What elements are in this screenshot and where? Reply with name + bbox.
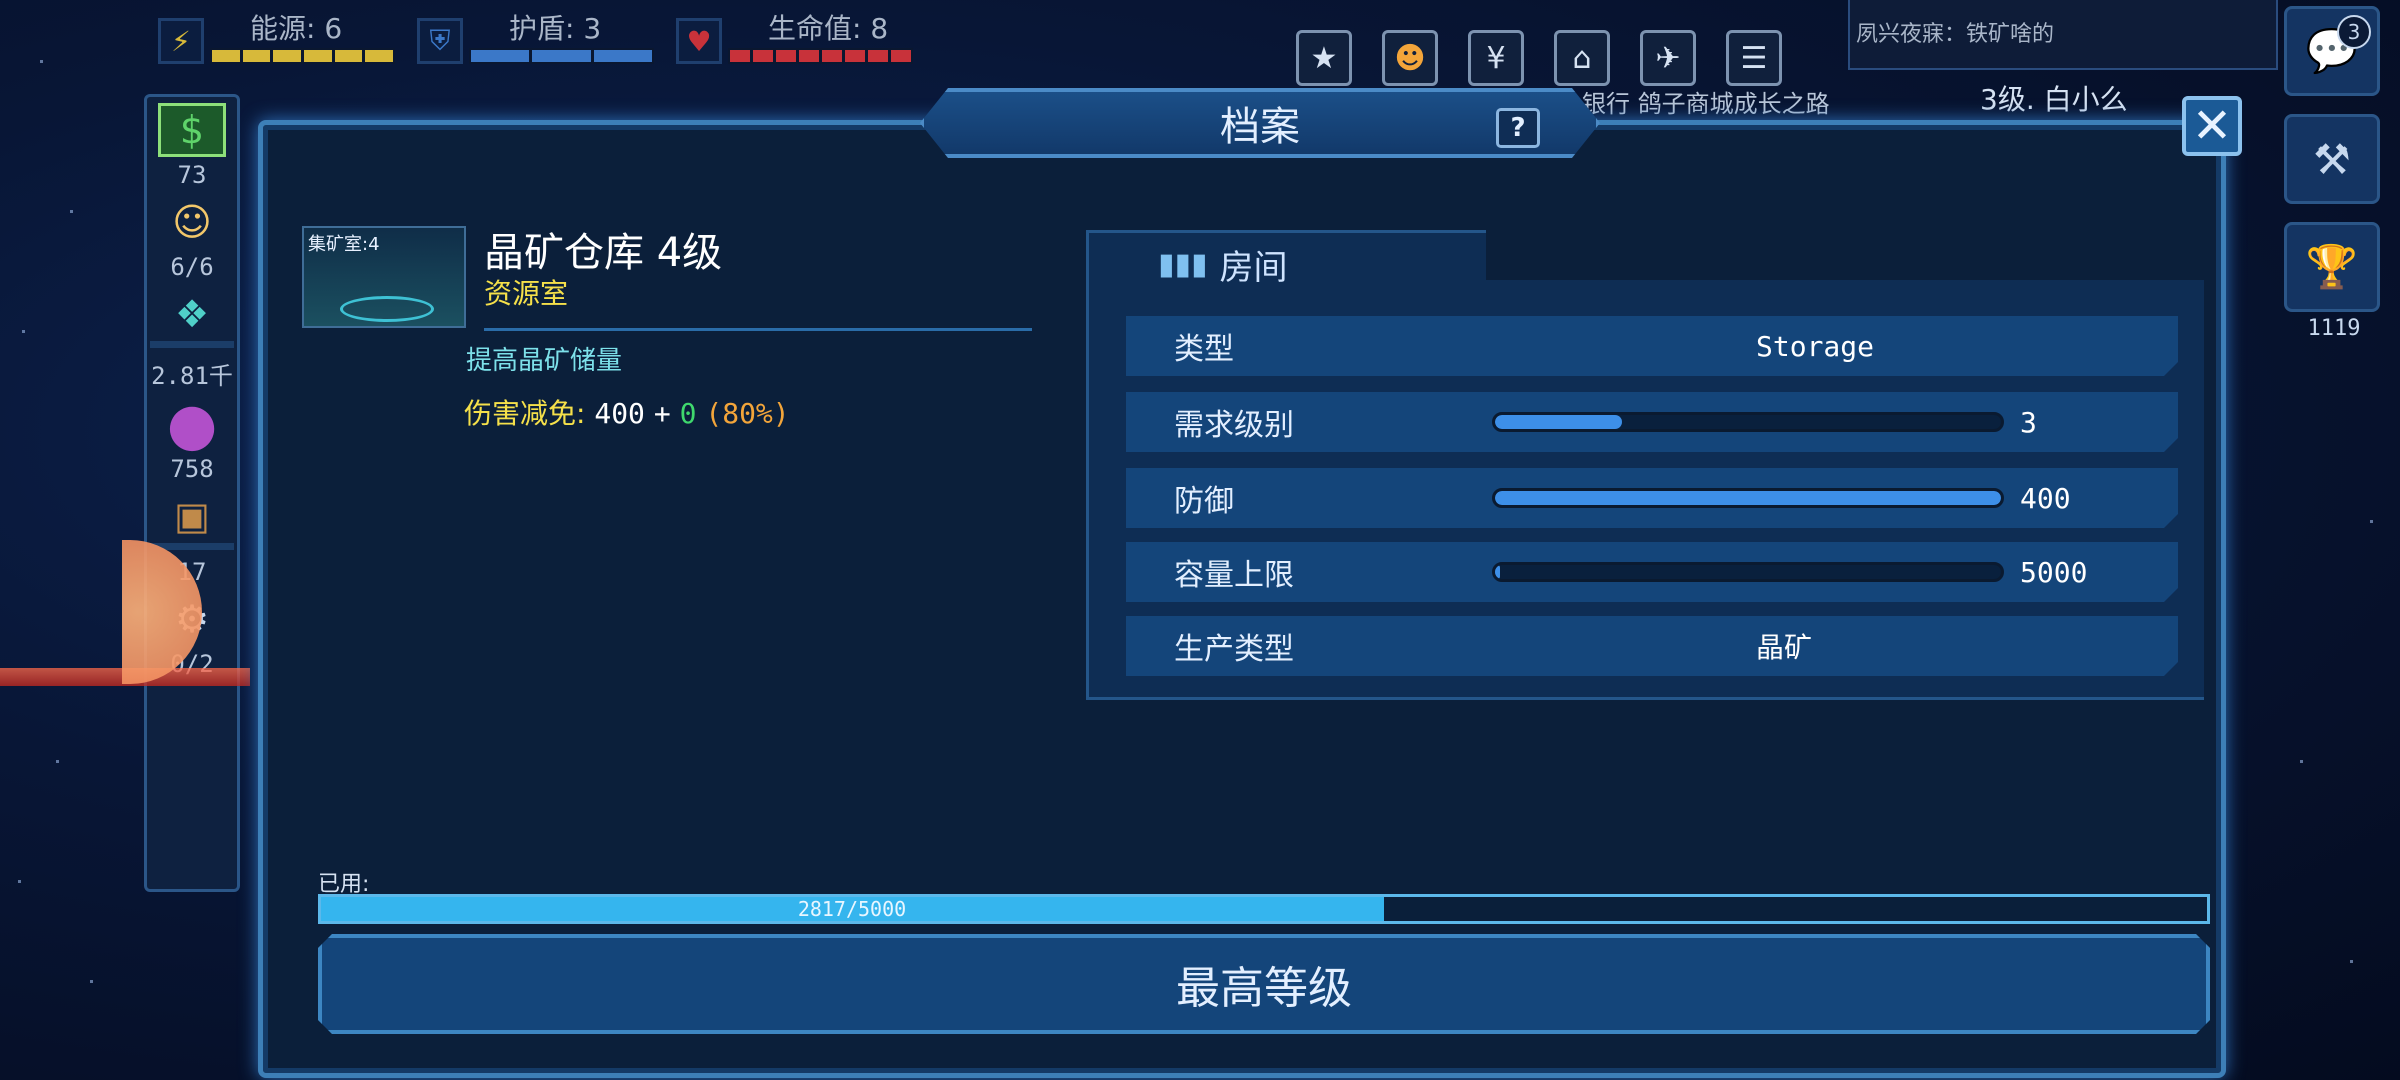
money-resource[interactable]: $ 73: [147, 103, 237, 195]
divider: [484, 328, 1032, 331]
damage-label: 伤害减免:: [464, 397, 586, 430]
close-button[interactable]: ✕: [2182, 96, 2242, 156]
health-bar: [728, 48, 913, 64]
crystal-resource[interactable]: ❖ 2.81千: [147, 287, 237, 397]
hammer-icon: ⚒: [2313, 134, 2351, 184]
capacity-meter: [1492, 562, 2004, 582]
help-button[interactable]: ?: [1496, 108, 1540, 148]
room-thumbnail: 集矿室:4: [302, 226, 466, 328]
stat-number: 3: [2020, 405, 2037, 439]
shield-label: 护盾: 3: [509, 12, 602, 45]
heart-icon: ♥: [676, 18, 722, 64]
plane-icon[interactable]: ✈: [1640, 30, 1696, 86]
top-hud: ⚡ 能源: 6 ⛨ 护盾: 3 ♥ 生命值: 8: [158, 14, 913, 64]
crystal-value: 2.81千: [151, 362, 233, 390]
stat-row-capacity: 容量上限 5000: [1126, 542, 2178, 602]
max-level-button[interactable]: 最高等级: [318, 934, 2210, 1034]
shield-icon: ⛨: [417, 18, 463, 64]
stat-label: 类型: [1174, 332, 1234, 367]
stat-value: Storage: [1756, 329, 1875, 363]
max-level-label: 最高等级: [1176, 963, 1352, 1014]
stat-label: 需求级别: [1174, 408, 1294, 443]
energy-bar: [210, 48, 395, 64]
money-icon: $: [158, 103, 226, 157]
panel-titlebar: 档案 ?: [920, 88, 1600, 158]
trophy-count: 1119: [2307, 316, 2361, 341]
damage-percent: (80%): [705, 397, 790, 430]
crystal-meter: [150, 341, 234, 348]
star-badge-icon[interactable]: ★: [1296, 30, 1352, 86]
trophy-icon: 🏆: [2305, 242, 2359, 291]
capacity-meter-fill: [1495, 565, 1500, 579]
energy-label: 能源: 6: [250, 12, 343, 45]
health-label: 生命值: 8: [768, 12, 889, 45]
room-name: 晶矿仓库 4级: [484, 230, 723, 276]
storage-base-icon: [340, 296, 434, 322]
document-icon[interactable]: ☰: [1726, 30, 1782, 86]
damage-reduction: 伤害减免: 400 + 0 (80%): [464, 392, 790, 432]
stats-header-label: 房间: [1219, 248, 1288, 288]
stat-row-required-level: 需求级别 3: [1126, 392, 2178, 452]
crew-icon: ☺: [172, 200, 212, 244]
health-stat: ♥ 生命值: 8: [676, 14, 913, 64]
yen-icon[interactable]: ¥: [1468, 30, 1524, 86]
chat-button[interactable]: 💬 3: [2284, 6, 2380, 96]
stats-header: ▮▮▮ 房间: [1158, 240, 1288, 289]
crew-resource[interactable]: ☺ 6/6: [147, 195, 237, 287]
crew-value: 6/6: [170, 253, 214, 281]
bank-icon[interactable]: ⌂: [1554, 30, 1610, 86]
damage-bonus: 0: [679, 397, 697, 430]
stat-label: 容量上限: [1174, 558, 1294, 593]
used-progress-text: 2817/5000: [797, 897, 907, 921]
defense-meter-fill: [1495, 491, 2001, 505]
shield-bar: [469, 48, 654, 64]
chat-badge: 3: [2337, 15, 2371, 49]
stat-label: 防御: [1174, 484, 1234, 519]
build-button[interactable]: ⚒: [2284, 114, 2380, 204]
stat-row-type: 类型 Storage: [1126, 316, 2178, 376]
shield-stat: ⛨ 护盾: 3: [417, 14, 654, 64]
bar-chart-icon: ▮▮▮: [1158, 247, 1208, 282]
pumpkin-icon[interactable]: ☻: [1382, 30, 1438, 86]
defense-meter: [1492, 488, 2004, 508]
damage-plus: +: [653, 397, 671, 430]
notice-banner[interactable]: 夙兴夜寐：铁矿啥的: [1848, 0, 2278, 70]
energy-stat: ⚡ 能源: 6: [158, 14, 395, 64]
room-type: 资源室: [484, 277, 569, 310]
damage-base: 400: [594, 397, 645, 430]
stat-number: 400: [2020, 481, 2071, 515]
stat-row-production: 生产类型 晶矿: [1126, 616, 2178, 676]
stat-row-defense: 防御 400: [1126, 468, 2178, 528]
money-value: 73: [177, 161, 207, 189]
stat-value: 晶矿: [1756, 631, 1813, 664]
right-sidebar: 💬 3 ⚒ 🏆 1119: [2284, 6, 2384, 341]
resource-sidebar: $ 73 ☺ 6/6 ❖ 2.81千 ● 758 ▣ 17 ⚙ 0/2: [144, 94, 240, 892]
energy-icon: ⚡: [158, 18, 204, 64]
box-icon: ▣: [174, 494, 210, 538]
stat-number: 5000: [2020, 555, 2088, 589]
stat-label: 生产类型: [1174, 632, 1294, 667]
level-meter-fill: [1495, 415, 1622, 429]
used-progress: 2817/5000: [318, 894, 2210, 924]
planet-icon: ●: [166, 390, 218, 458]
trophy-button[interactable]: 🏆: [2284, 222, 2380, 312]
panel-title: 档案: [1220, 104, 1300, 150]
level-meter: [1492, 412, 2004, 432]
crystal-icon: ❖: [174, 292, 210, 336]
room-description: 提高晶矿储量: [466, 346, 623, 376]
top-icon-bar: ★ ☻ ¥ ⌂ ✈ ☰: [1296, 30, 1782, 86]
room-thumbnail-caption: 集矿室:4: [308, 234, 380, 255]
top-icon-labels: 银行 鸽子商城成长之路: [1582, 90, 1830, 118]
player-level: 3级. 白小么: [1980, 83, 2128, 116]
planet-resource[interactable]: ● 758: [147, 390, 237, 489]
planet-value: 758: [170, 455, 214, 483]
